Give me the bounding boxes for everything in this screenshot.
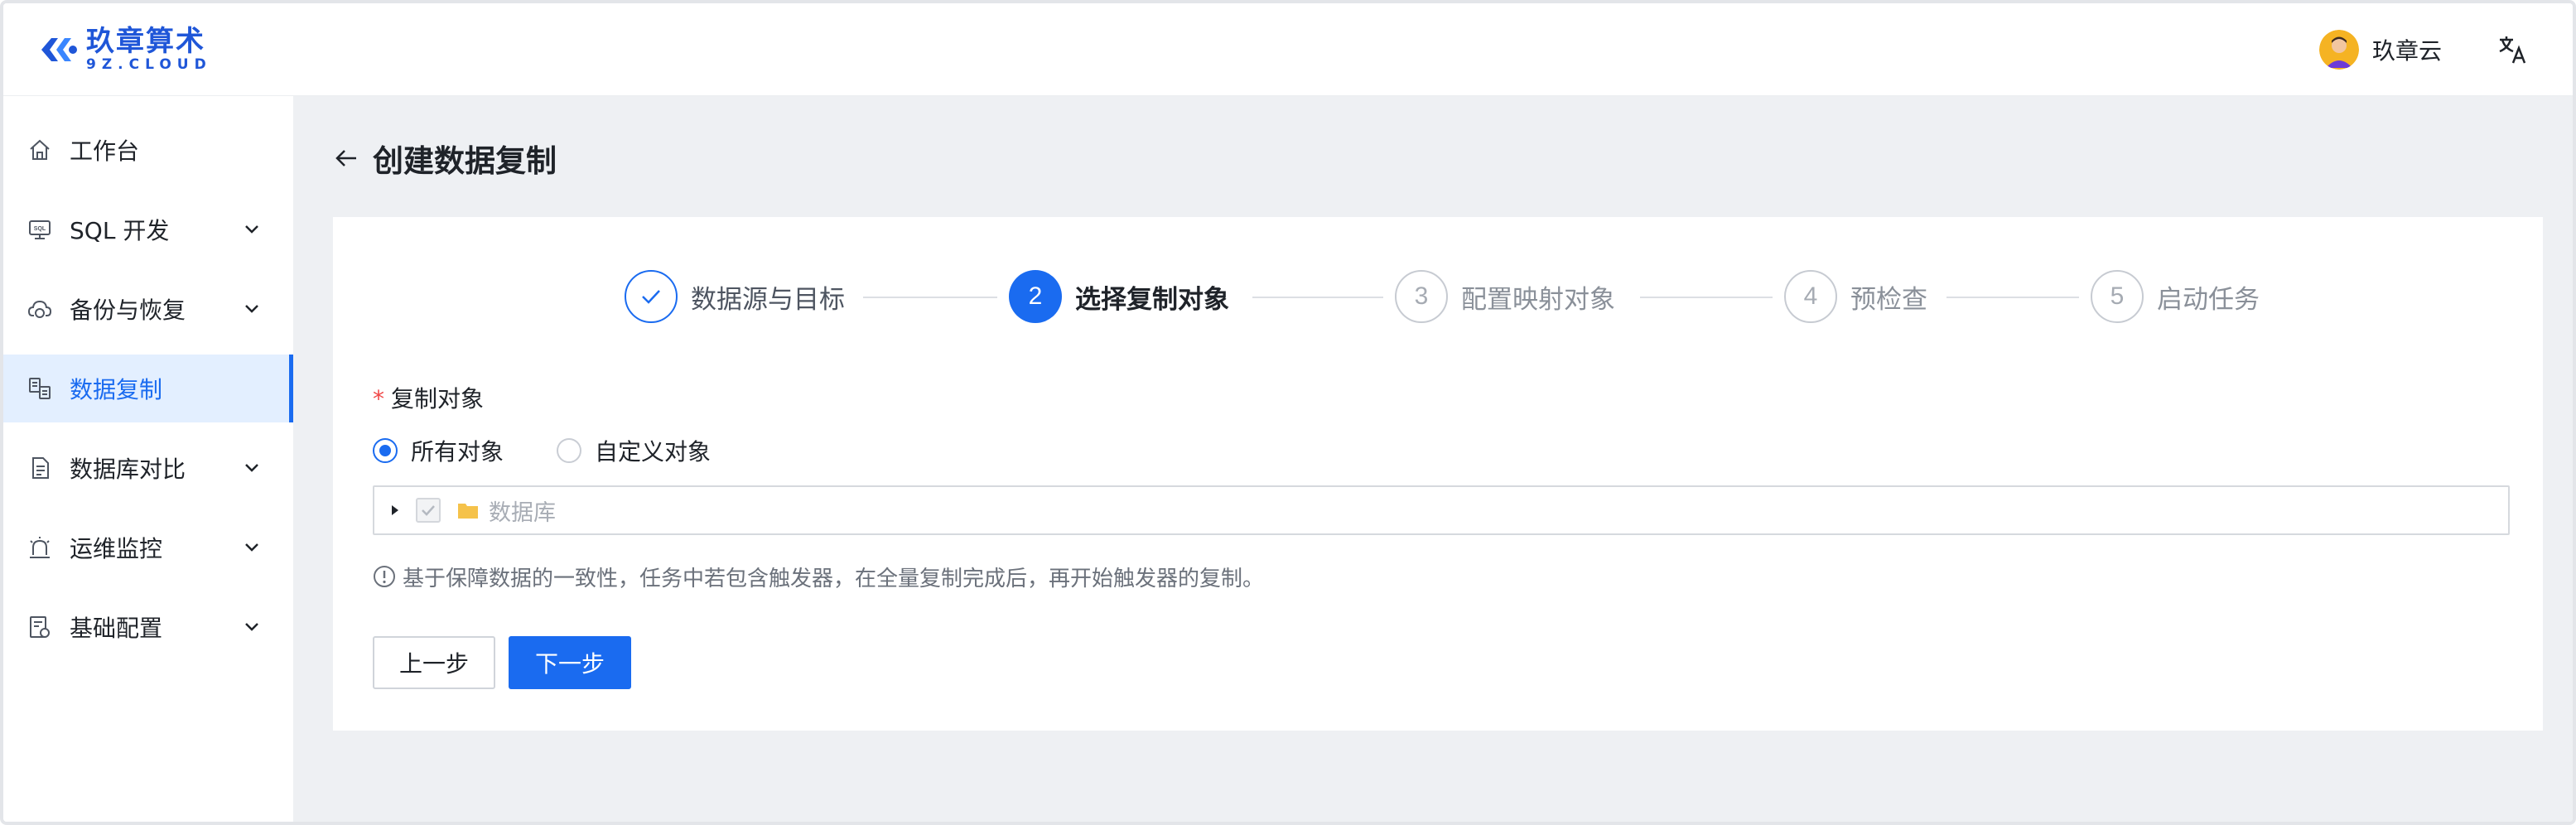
sidebar-item-label: 工作台: [70, 138, 140, 165]
radio-label: 所有对象: [411, 438, 504, 466]
sidebar: 工作台 SQL SQL 开发 备份与恢复 数据复制 数据库对比 运维监控 基础配…: [3, 96, 293, 822]
chevron-down-icon: [245, 464, 258, 472]
alarm-icon: [30, 537, 50, 558]
prev-step-button[interactable]: 上一步: [373, 636, 495, 689]
sql-monitor-icon: SQL: [29, 220, 51, 239]
compare-doc-icon: [32, 457, 49, 479]
back-arrow-icon[interactable]: [333, 145, 359, 171]
step-label: 数据源与目标: [691, 284, 845, 315]
step-number: 5: [2091, 270, 2144, 323]
hint-text: 基于保障数据的一致性，任务中若包含触发器，在全量复制完成后，再开始触发器的复制。: [403, 566, 1265, 591]
tree-node-label: 数据库: [489, 499, 556, 526]
sidebar-item-data-replication[interactable]: 数据复制: [3, 355, 293, 422]
app-window: 玖章算术 9Z.CLOUD 玖章云 工作台 SQL SQL 开发 备份与恢复 数…: [0, 0, 2576, 825]
logo-mark-icon: [41, 38, 77, 61]
cloud-sync-icon: [27, 300, 52, 318]
radio-custom-objects[interactable]: 自定义对象: [557, 434, 711, 467]
object-tree: 数据库: [373, 485, 2510, 535]
step-connector: [1252, 297, 1383, 298]
object-scope-radio-group: 所有对象 自定义对象: [373, 436, 764, 466]
logo-subtitle: 9Z.CLOUD: [86, 56, 212, 73]
step-label: 选择复制对象: [1075, 284, 1229, 315]
sidebar-item-backup-restore[interactable]: 备份与恢复: [3, 275, 293, 343]
page-title: 创建数据复制: [373, 143, 557, 179]
radio-label: 自定义对象: [595, 438, 712, 466]
chevron-down-icon: [245, 623, 258, 631]
top-header: 玖章算术 9Z.CLOUD 玖章云: [3, 3, 2573, 96]
sidebar-item-workbench[interactable]: 工作台: [3, 116, 293, 184]
sidebar-item-label: 数据复制: [70, 376, 163, 403]
step-label: 预检查: [1850, 284, 1927, 315]
wizard-card: 数据源与目标 2 选择复制对象 3 配置映射对象 4 预检查 5 启动任务 * …: [333, 217, 2543, 731]
sidebar-item-db-compare[interactable]: 数据库对比: [3, 434, 293, 502]
avatar: [2319, 30, 2359, 70]
translate-icon[interactable]: [2496, 33, 2530, 66]
tree-checkbox[interactable]: [416, 498, 441, 523]
step-connector: [863, 297, 997, 298]
user-name: 玖章云: [2372, 37, 2443, 65]
chevron-down-icon: [245, 543, 258, 552]
sidebar-item-label: 运维监控: [70, 535, 163, 562]
logo[interactable]: 玖章算术 9Z.CLOUD: [36, 23, 212, 76]
sidebar-item-label: 基础配置: [70, 615, 163, 642]
required-mark: *: [373, 385, 384, 412]
step-check-circle: [625, 270, 678, 323]
hint-message: 基于保障数据的一致性，任务中若包含触发器，在全量复制完成后，再开始触发器的复制。: [373, 562, 1264, 591]
sidebar-item-ops-monitor[interactable]: 运维监控: [3, 514, 293, 581]
step-2: 2 选择复制对象: [1009, 270, 1229, 323]
step-label: 配置映射对象: [1461, 284, 1615, 315]
step-connector: [1946, 297, 2079, 298]
step-3: 3 配置映射对象: [1395, 270, 1615, 323]
folder-icon: [458, 504, 478, 519]
step-connector: [1640, 297, 1773, 298]
next-step-button[interactable]: 下一步: [509, 636, 631, 689]
sidebar-item-label: 数据库对比: [70, 456, 186, 483]
user-menu[interactable]: 玖章云: [2319, 28, 2442, 71]
page-header: 创建数据复制: [333, 138, 557, 179]
radio-dot[interactable]: [373, 438, 398, 463]
chevron-down-icon: [245, 305, 258, 313]
info-circle-icon: [374, 566, 395, 587]
data-copy-icon: [29, 378, 51, 399]
field-label-text: 复制对象: [391, 385, 485, 412]
main-content: 创建数据复制 数据源与目标 2 选择复制对象 3 配置映射对象 4 预检查 5 …: [293, 96, 2573, 822]
radio-dot[interactable]: [557, 438, 582, 463]
step-label: 启动任务: [2157, 284, 2260, 315]
step-4: 4 预检查: [1784, 270, 1927, 323]
sidebar-item-base-config[interactable]: 基础配置: [3, 593, 293, 661]
step-number: 4: [1784, 270, 1837, 323]
check-icon: [642, 290, 660, 304]
radio-all-objects[interactable]: 所有对象: [373, 434, 504, 467]
step-number: 2: [1009, 270, 1062, 323]
config-icon: [30, 616, 50, 638]
step-5: 5 启动任务: [2091, 270, 2260, 323]
step-number: 3: [1395, 270, 1448, 323]
chevron-down-icon: [245, 225, 258, 234]
logo-title: 玖章算术: [86, 25, 205, 58]
check-icon: [422, 505, 435, 516]
step-1: 数据源与目标: [625, 270, 845, 323]
sidebar-item-label: 备份与恢复: [70, 297, 186, 324]
sidebar-item-sql-dev[interactable]: SQL SQL 开发: [3, 195, 293, 263]
svg-text:SQL: SQL: [34, 226, 46, 232]
sidebar-item-label: SQL 开发: [70, 217, 170, 244]
caret-right-icon[interactable]: [389, 504, 401, 517]
home-icon: [30, 139, 50, 160]
field-label-replication-object: * 复制对象: [373, 381, 484, 414]
